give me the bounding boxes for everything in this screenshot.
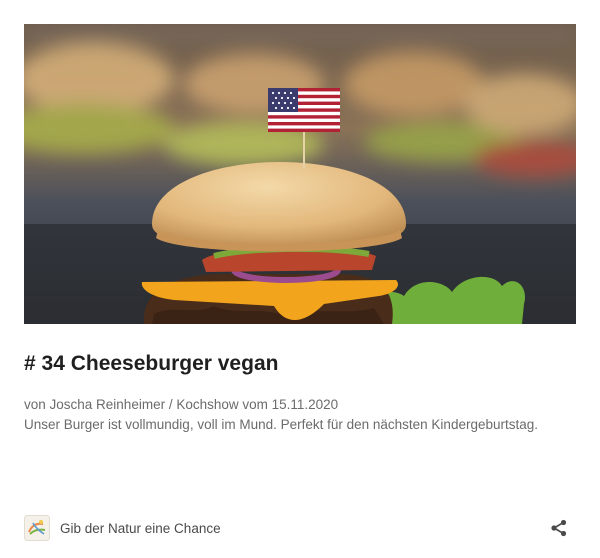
channel-logo-icon bbox=[24, 515, 50, 541]
channel-name: Gib der Natur eine Chance bbox=[60, 520, 221, 536]
post-description: Unser Burger ist vollmundig, voll im Mun… bbox=[24, 417, 539, 432]
post-title[interactable]: # 34 Cheeseburger vegan bbox=[24, 350, 576, 378]
post-meta: von Joscha Reinheimer / Kochshow vom 15.… bbox=[24, 397, 339, 412]
share-button[interactable] bbox=[550, 519, 568, 537]
video-card: # 34 Cheeseburger vegan von Joscha Reinh… bbox=[0, 0, 600, 558]
card-footer: Gib der Natur eine Chance bbox=[24, 514, 576, 542]
burger-image bbox=[24, 24, 576, 324]
burger-thumbnail[interactable] bbox=[24, 24, 576, 324]
channel-link[interactable]: Gib der Natur eine Chance bbox=[24, 514, 221, 542]
share-icon bbox=[551, 519, 567, 537]
